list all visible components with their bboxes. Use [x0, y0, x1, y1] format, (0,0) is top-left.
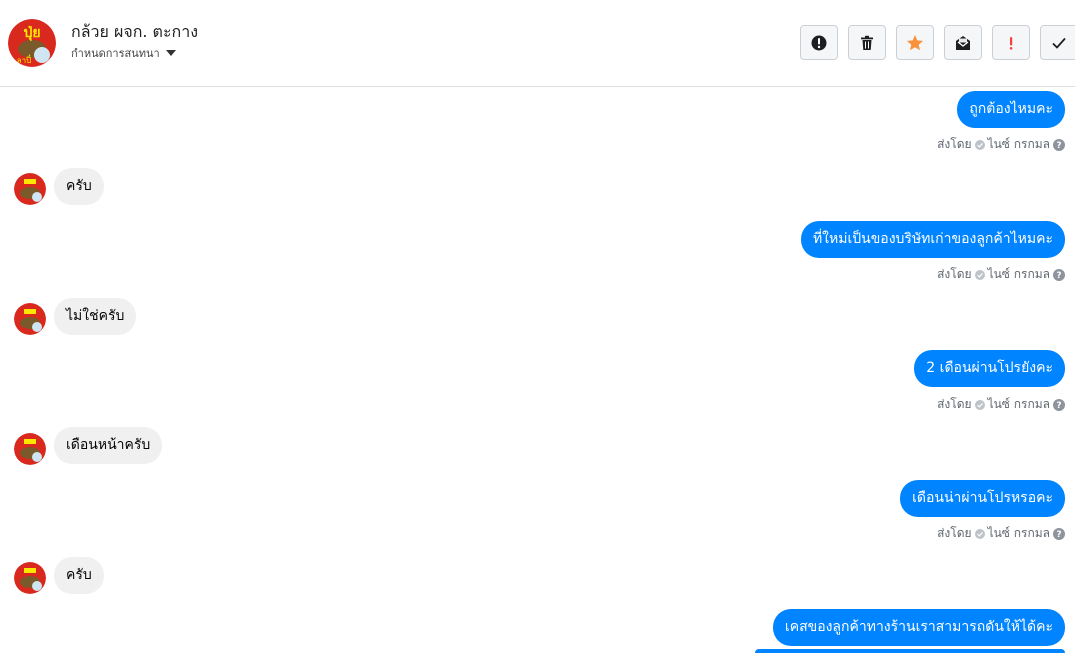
svg-text:?: ?	[1056, 530, 1061, 540]
svg-text:?: ?	[1056, 401, 1061, 411]
sent-by-label: ส่งโดย	[937, 267, 972, 281]
mark-spam-button[interactable]	[992, 25, 1030, 60]
conversation-header: ปุ่ย ลาปี๋ กล้วย ผจก. ตะกาง กำหนดการสนทน…	[0, 0, 1075, 87]
delete-button[interactable]	[848, 25, 886, 60]
report-button[interactable]	[800, 25, 838, 60]
svg-text:?: ?	[1056, 271, 1061, 281]
contact-avatar-small	[14, 562, 46, 594]
sent-check-icon	[974, 399, 985, 410]
mark-unread-icon	[956, 35, 970, 50]
svg-text:?: ?	[1056, 141, 1061, 151]
sent-check-icon	[974, 139, 985, 150]
spam-icon	[1009, 36, 1013, 50]
message-meta: ส่งโดย ไนซ์ กรกมล ?	[937, 395, 1065, 414]
star-icon	[907, 34, 923, 50]
sent-by-label: ส่งโดย	[937, 397, 972, 411]
star-button[interactable]	[896, 25, 934, 60]
outgoing-message-bubble[interactable]: ที่ใหม่เป็นของบริษัทเก่าของลูกค้าไหมคะ	[800, 221, 1065, 258]
trash-icon	[861, 35, 873, 50]
mark-done-button[interactable]	[1040, 25, 1075, 60]
sender-name[interactable]: ไนซ์ กรกมล	[988, 524, 1050, 543]
alert-circle-icon	[811, 35, 827, 50]
outgoing-message-bubble-partial	[755, 649, 1065, 653]
sender-name[interactable]: ไนซ์ กรกมล	[988, 135, 1050, 154]
avatar-text: ปุ่ย	[23, 25, 40, 41]
sent-check-icon	[974, 528, 985, 539]
sender-name[interactable]: ไนซ์ กรกมล	[988, 265, 1050, 284]
check-icon	[1052, 37, 1066, 49]
message-meta: ส่งโดย ไนซ์ กรกมล ?	[937, 265, 1065, 284]
conversation-settings-label: กำหนดการสนทนา	[71, 47, 160, 60]
caret-down-icon	[165, 49, 176, 56]
contact-avatar[interactable]: ปุ่ย ลาปี๋	[8, 19, 56, 67]
contact-avatar-small	[14, 303, 46, 335]
outgoing-message-bubble[interactable]: เดือนน่าผ่านโปรหรอคะ	[900, 480, 1065, 517]
incoming-message-bubble[interactable]: เดือนหน้าครับ	[54, 427, 163, 464]
avatar-subtext: ลาปี๋	[17, 54, 31, 65]
help-icon[interactable]: ?	[1053, 268, 1065, 281]
sent-by-label: ส่งโดย	[937, 137, 972, 151]
sent-by-label: ส่งโดย	[937, 526, 972, 540]
incoming-message-bubble[interactable]: ครับ	[54, 557, 104, 594]
sender-name[interactable]: ไนซ์ กรกมล	[988, 395, 1050, 414]
outgoing-message-bubble[interactable]: เคสของลูกค้าทางร้านเราสามารถดันให้ได้คะ	[772, 609, 1065, 646]
contact-avatar-small	[14, 433, 46, 465]
contact-name[interactable]: กล้วย ผจก. ตะกาง	[71, 20, 198, 45]
conversation-settings-dropdown[interactable]: กำหนดการสนทนา	[71, 44, 176, 62]
incoming-message-bubble[interactable]: ครับ	[54, 168, 104, 205]
help-icon[interactable]: ?	[1053, 527, 1065, 540]
mark-unread-button[interactable]	[944, 25, 982, 60]
incoming-message-bubble[interactable]: ไม่ใช่ครับ	[54, 298, 137, 335]
outgoing-message-bubble[interactable]: 2 เดือนผ่านโปรยังคะ	[914, 350, 1065, 387]
message-meta: ส่งโดย ไนซ์ กรกมล ?	[937, 135, 1065, 154]
message-meta: ส่งโดย ไนซ์ กรกมล ?	[937, 524, 1065, 543]
sent-check-icon	[974, 269, 985, 280]
outgoing-message-bubble[interactable]: ถูกต้องไหมคะ	[957, 91, 1065, 128]
help-icon[interactable]: ?	[1053, 138, 1065, 151]
help-icon[interactable]: ?	[1053, 398, 1065, 411]
contact-avatar-small	[14, 173, 46, 205]
